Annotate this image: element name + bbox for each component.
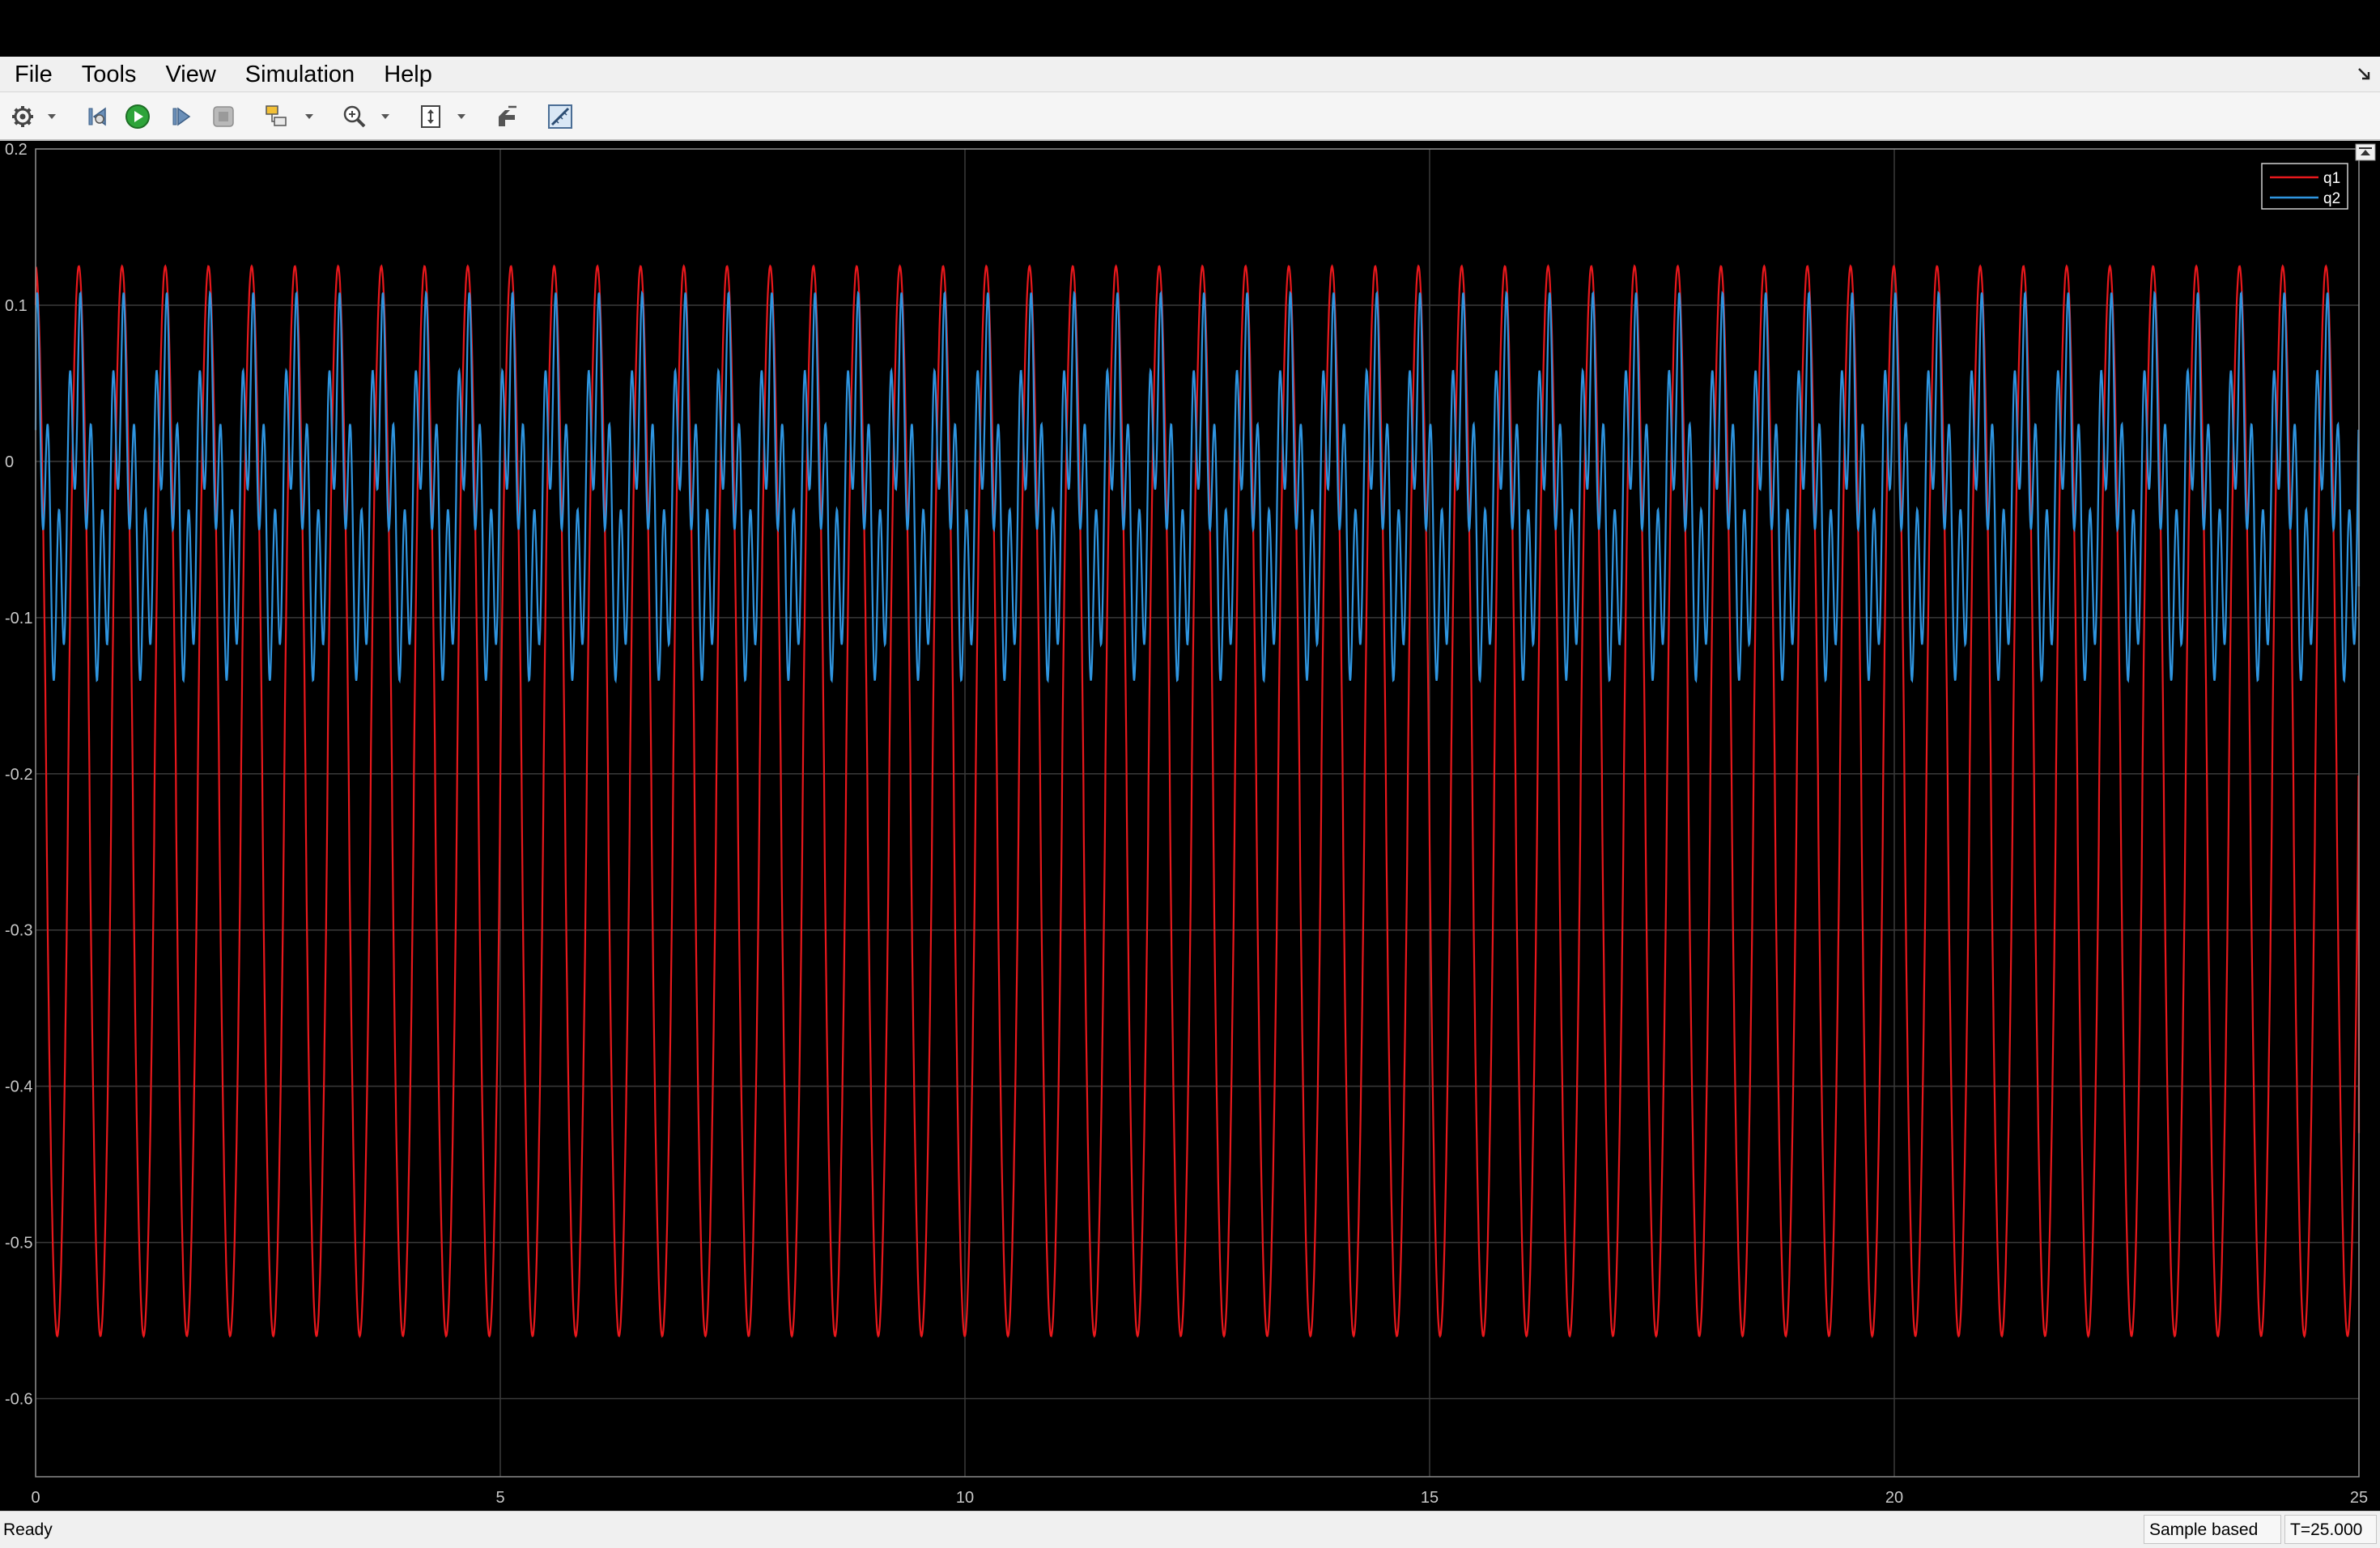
menu-view[interactable]: View bbox=[151, 57, 230, 92]
step-forward-icon[interactable] bbox=[165, 100, 198, 133]
status-bar: Ready Sample based T=25.000 bbox=[0, 1511, 2380, 1548]
zoom-dropdown-icon[interactable] bbox=[379, 100, 392, 133]
x-tick-label: 20 bbox=[1885, 1489, 1903, 1507]
status-sim-time: T=25.000 bbox=[2284, 1515, 2377, 1544]
run-icon[interactable] bbox=[121, 100, 154, 133]
y-tick-label: 0 bbox=[5, 453, 14, 471]
menu-simulation[interactable]: Simulation bbox=[231, 57, 369, 92]
x-tick-label: 10 bbox=[956, 1489, 974, 1507]
x-tick-label: 5 bbox=[495, 1489, 504, 1507]
status-sample-mode: Sample based bbox=[2144, 1515, 2281, 1544]
highlight-dropdown-icon[interactable] bbox=[303, 100, 316, 133]
status-ready-text: Ready bbox=[3, 1520, 53, 1539]
y-tick-label: -0.1 bbox=[5, 610, 32, 627]
y-tick-label: -0.5 bbox=[5, 1235, 32, 1252]
step-back-icon[interactable] bbox=[81, 100, 113, 133]
scope-window: File Tools View Simulation Help 0 5 10 1… bbox=[0, 0, 2380, 1548]
restore-axes-icon[interactable] bbox=[2355, 143, 2376, 161]
y-tick-label: 0.2 bbox=[5, 142, 28, 159]
scope-plot[interactable]: 0 5 10 15 20 25 0.2 0.1 0 -0.1 -0.2 -0.3 -0.4 -0.5 -0.… bbox=[0, 142, 2380, 1511]
x-tick-label: 25 bbox=[2350, 1489, 2368, 1507]
highlight-block-icon[interactable] bbox=[261, 100, 293, 133]
menu-tools[interactable]: Tools bbox=[67, 57, 151, 92]
zoom-icon[interactable] bbox=[338, 100, 371, 133]
x-tick-label: 15 bbox=[1421, 1489, 1439, 1507]
autoscale-dropdown-icon[interactable] bbox=[455, 100, 468, 133]
settings-dropdown-icon[interactable] bbox=[45, 100, 58, 133]
y-tick-label: -0.2 bbox=[5, 766, 32, 784]
menu-bar: File Tools View Simulation Help bbox=[0, 57, 2380, 92]
x-tick-label: 0 bbox=[31, 1489, 40, 1507]
y-tick-label: -0.3 bbox=[5, 922, 32, 940]
legend-label-q2: q2 bbox=[2323, 190, 2340, 207]
undock-icon[interactable] bbox=[2356, 65, 2374, 83]
legend-label-q1: q1 bbox=[2323, 170, 2340, 187]
stop-icon[interactable] bbox=[207, 100, 240, 133]
scope-plot-svg[interactable]: 0 5 10 15 20 25 0.2 0.1 0 -0.1 -0.2 -0.3 -0.4 -0.5 -0.… bbox=[0, 142, 2380, 1511]
autoscale-icon[interactable] bbox=[414, 100, 447, 133]
menu-help[interactable]: Help bbox=[369, 57, 447, 92]
measurements-icon[interactable] bbox=[544, 100, 576, 133]
y-tick-label: 0.1 bbox=[5, 297, 28, 315]
legend[interactable]: q1 q2 bbox=[2261, 163, 2348, 210]
y-tick-label: -0.4 bbox=[5, 1078, 32, 1096]
toolbar bbox=[0, 92, 2380, 141]
y-tick-label: -0.6 bbox=[5, 1391, 32, 1409]
signal-selector-icon[interactable] bbox=[491, 100, 523, 133]
menu-file[interactable]: File bbox=[0, 57, 67, 92]
settings-gear-icon[interactable] bbox=[6, 100, 39, 133]
